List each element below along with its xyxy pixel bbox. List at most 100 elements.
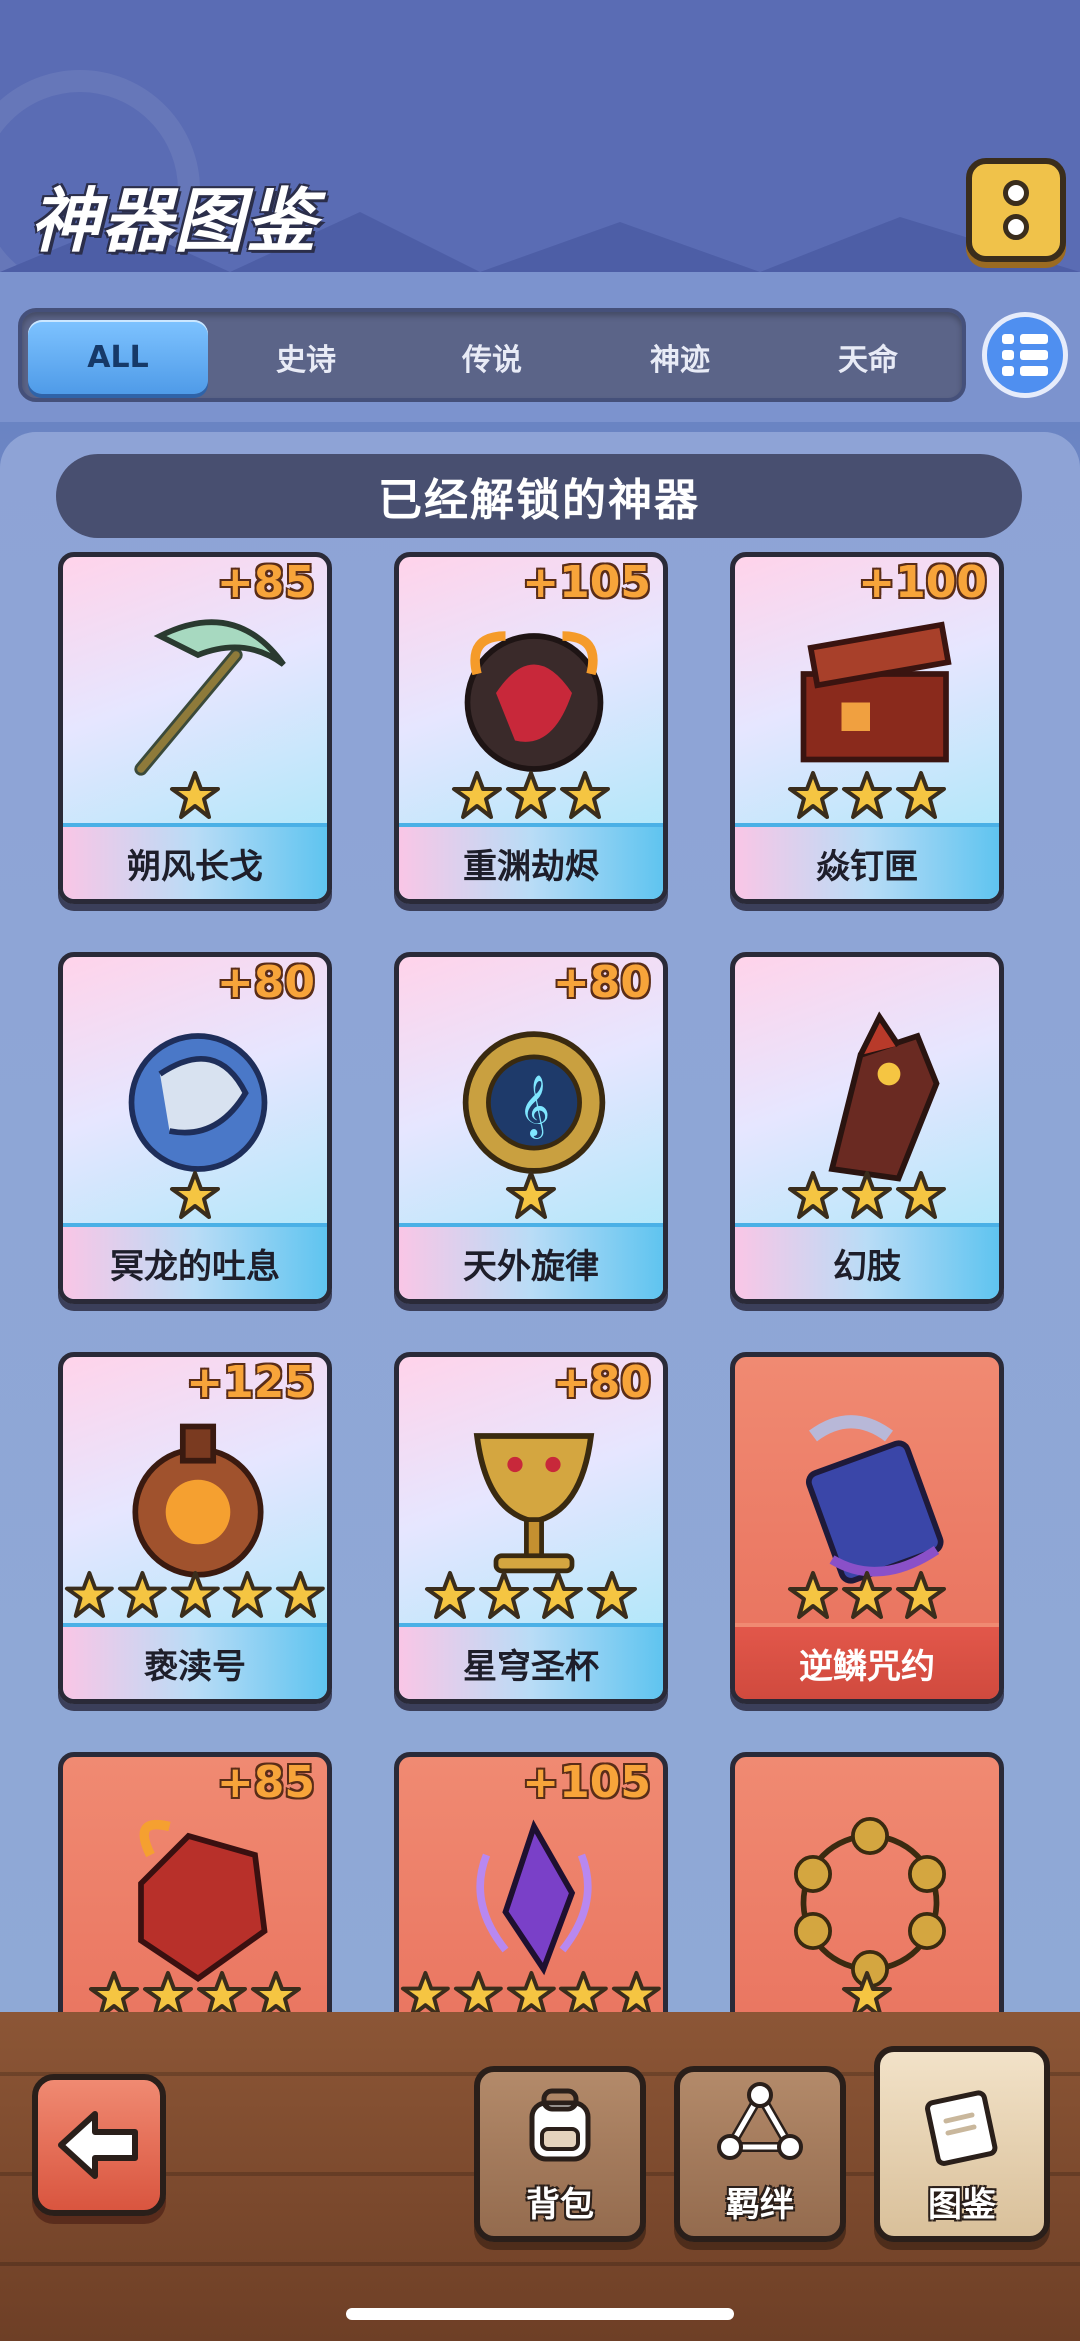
backpack-button[interactable]: 背包	[474, 2066, 646, 2242]
star-icon	[840, 1969, 894, 2012]
bonus-value: +125	[186, 1357, 315, 1408]
artifact-panel: 已经解锁的神器 +85 朔风长戈 +105 重渊劫烬 +100 焱钉匣 +80 冥龙的吐息 𝄞 +…	[0, 432, 1080, 2012]
page-title: 神器图鉴	[30, 180, 318, 262]
artifact-name: 亵渎号	[63, 1623, 327, 1699]
star-icon	[786, 1169, 840, 1223]
flame-orb-icon	[464, 631, 604, 772]
codex-icon	[925, 2090, 998, 2166]
magma-rock-icon	[138, 1819, 268, 1982]
gauntlet-icon	[828, 1011, 940, 1182]
home-indicator[interactable]	[346, 2308, 734, 2320]
list-icon-row	[1002, 350, 1048, 360]
star-icon	[274, 1569, 327, 1623]
section-title: 已经解锁的神器	[56, 454, 1022, 538]
artifact-card[interactable]	[730, 1752, 1004, 2012]
star-icon	[450, 769, 504, 823]
star-rating	[399, 1169, 663, 1223]
bonus-value: +85	[216, 1757, 315, 1808]
star-icon	[221, 1569, 274, 1623]
artifact-card[interactable]: 幻肢	[730, 952, 1004, 1304]
star-icon	[141, 1969, 195, 2012]
rarity-tabbar: ALL 史诗 传说 神迹 天命	[18, 308, 966, 402]
star-icon	[894, 1569, 948, 1623]
star-icon	[423, 1569, 477, 1623]
artifact-name: 冥龙的吐息	[63, 1223, 327, 1299]
info-icon-dot	[1003, 214, 1029, 240]
bond-button[interactable]: 羁绊	[674, 2066, 846, 2242]
artifact-card[interactable]: 𝄞 +80 天外旋律	[394, 952, 668, 1304]
nav-label-backpack: 背包	[526, 2185, 594, 2225]
star-icon	[557, 1969, 610, 2012]
list-icon-row	[1002, 366, 1048, 376]
artifact-card[interactable]: +105 重渊劫烬	[394, 552, 668, 904]
star-rating	[63, 1969, 327, 2012]
tab-epic[interactable]: 史诗	[216, 320, 396, 394]
artifact-name: 星穹圣杯	[399, 1623, 663, 1699]
artifact-card[interactable]: +125 亵渎号	[58, 1352, 332, 1704]
tab-miracle[interactable]: 神迹	[590, 320, 770, 394]
codex-button[interactable]: 图鉴	[874, 2046, 1050, 2242]
star-icon	[452, 1969, 505, 2012]
music-compass-icon: 𝄞	[462, 1031, 606, 1174]
star-icon	[195, 1969, 249, 2012]
bond-icon	[717, 2082, 803, 2160]
bottle-icon	[132, 1423, 264, 1578]
artifact-card[interactable]: +85	[58, 1752, 332, 2012]
chest-icon	[800, 621, 952, 763]
star-icon	[840, 1169, 894, 1223]
star-icon	[786, 1569, 840, 1623]
dragon-icon	[128, 1033, 268, 1172]
artifact-card[interactable]: +85 朔风长戈	[58, 552, 332, 904]
tab-all[interactable]: ALL	[28, 320, 208, 394]
artifact-card[interactable]: +80 星穹圣杯	[394, 1352, 668, 1704]
star-rating	[399, 769, 663, 823]
artifact-name: 重渊劫烬	[399, 823, 663, 899]
star-icon	[63, 1569, 116, 1623]
artifact-card[interactable]: +80 冥龙的吐息	[58, 952, 332, 1304]
star-icon	[894, 1169, 948, 1223]
info-icon	[1003, 180, 1029, 206]
star-rating	[63, 1169, 327, 1223]
artifact-name: 逆鳞咒约	[735, 1623, 999, 1699]
tab-destiny[interactable]: 天命	[778, 320, 958, 394]
prayer-beads-icon	[794, 1817, 946, 1988]
back-button[interactable]	[32, 2074, 166, 2216]
star-icon	[610, 1969, 663, 2012]
artifact-card[interactable]: 逆鳞咒约	[730, 1352, 1004, 1704]
star-icon	[585, 1569, 639, 1623]
artifact-card[interactable]: +100 焱钉匣	[730, 552, 1004, 904]
star-rating	[63, 1569, 327, 1623]
star-rating	[735, 1169, 999, 1223]
artifact-name: 焱钉匣	[735, 823, 999, 899]
header: 神器图鉴	[0, 0, 1080, 272]
bonus-value: +80	[552, 957, 651, 1008]
bonus-value: +105	[522, 1757, 651, 1808]
list-icon	[1002, 334, 1048, 344]
list-view-button[interactable]	[982, 312, 1068, 398]
star-icon	[249, 1969, 303, 2012]
star-icon	[840, 769, 894, 823]
star-rating	[735, 1969, 999, 2012]
star-rating	[63, 769, 327, 823]
tab-legend[interactable]: 传说	[402, 320, 582, 394]
star-icon	[169, 1569, 222, 1623]
info-button[interactable]	[966, 158, 1066, 262]
star-icon	[504, 769, 558, 823]
star-rating	[399, 1569, 663, 1623]
star-icon	[504, 1169, 558, 1223]
star-icon	[399, 1969, 452, 2012]
artifact-name: 朔风长戈	[63, 823, 327, 899]
arrow-left-icon	[58, 2111, 138, 2179]
star-icon	[505, 1969, 558, 2012]
artifact-card[interactable]: +105	[394, 1752, 668, 2012]
bonus-value: +85	[216, 557, 315, 608]
star-icon	[786, 769, 840, 823]
scroll-icon	[805, 1415, 944, 1584]
bonus-value: +80	[216, 957, 315, 1008]
void-crystal-icon	[476, 1819, 592, 1976]
chalice-icon	[473, 1433, 595, 1574]
star-icon	[87, 1969, 141, 2012]
backpack-icon	[529, 2088, 591, 2162]
artifact-name: 幻肢	[735, 1223, 999, 1299]
star-icon	[168, 769, 222, 823]
